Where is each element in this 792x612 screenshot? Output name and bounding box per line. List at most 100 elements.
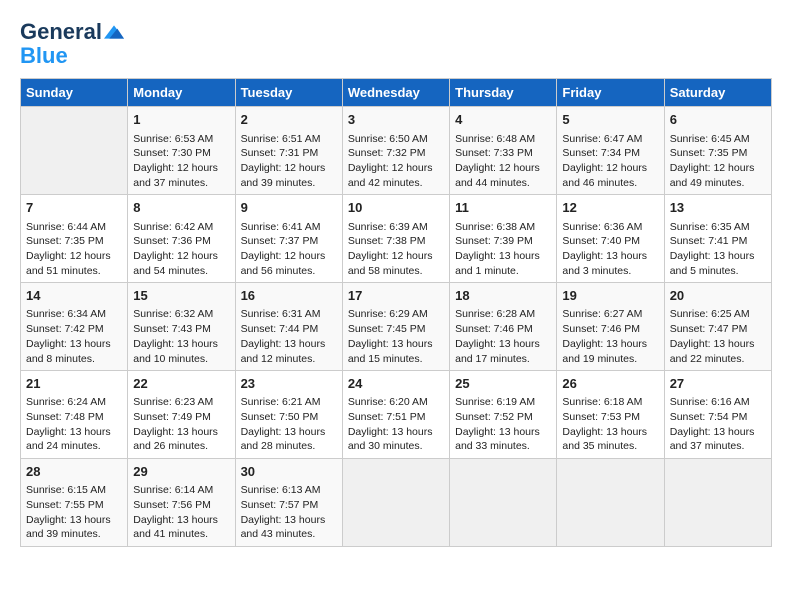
calendar-cell — [21, 107, 128, 195]
day-number: 5 — [562, 111, 658, 129]
calendar-cell: 30 Sunrise: 6:13 AM Sunset: 7:57 PM Dayli… — [235, 459, 342, 547]
day-number: 29 — [133, 463, 229, 481]
day-info: Sunrise: 6:45 AM Sunset: 7:35 PM Dayligh… — [670, 132, 766, 191]
logo-text: General — [20, 20, 102, 44]
day-info: Sunrise: 6:39 AM Sunset: 7:38 PM Dayligh… — [348, 220, 444, 279]
day-number: 2 — [241, 111, 337, 129]
day-number: 20 — [670, 287, 766, 305]
day-number: 27 — [670, 375, 766, 393]
calendar-cell: 25 Sunrise: 6:19 AM Sunset: 7:52 PM Dayli… — [450, 371, 557, 459]
day-info: Sunrise: 6:28 AM Sunset: 7:46 PM Dayligh… — [455, 307, 551, 366]
day-number: 17 — [348, 287, 444, 305]
day-number: 14 — [26, 287, 122, 305]
calendar-week-2: 7Sunrise: 6:44 AM Sunset: 7:35 PM Daylig… — [21, 195, 772, 283]
day-number: 9 — [241, 199, 337, 217]
day-number: 25 — [455, 375, 551, 393]
day-info: Sunrise: 6:44 AM Sunset: 7:35 PM Dayligh… — [26, 220, 122, 279]
col-header-monday: Monday — [128, 79, 235, 107]
day-info: Sunrise: 6:47 AM Sunset: 7:34 PM Dayligh… — [562, 132, 658, 191]
calendar-cell: 15 Sunrise: 6:32 AM Sunset: 7:43 PM Dayli… — [128, 283, 235, 371]
day-number: 10 — [348, 199, 444, 217]
calendar-cell: 12Sunrise: 6:36 AM Sunset: 7:40 PM Dayli… — [557, 195, 664, 283]
day-info: Sunrise: 6:20 AM Sunset: 7:51 PM Dayligh… — [348, 395, 444, 454]
logo-blue-text: Blue — [20, 44, 68, 68]
day-number: 15 — [133, 287, 229, 305]
col-header-wednesday: Wednesday — [342, 79, 449, 107]
calendar-cell: 19Sunrise: 6:27 AM Sunset: 7:46 PM Dayli… — [557, 283, 664, 371]
day-info: Sunrise: 6:53 AM Sunset: 7:30 PM Dayligh… — [133, 132, 229, 191]
day-info: Sunrise: 6:51 AM Sunset: 7:31 PM Dayligh… — [241, 132, 337, 191]
calendar-cell: 5 Sunrise: 6:47 AM Sunset: 7:34 PM Daylig… — [557, 107, 664, 195]
day-number: 24 — [348, 375, 444, 393]
calendar-cell: 8Sunrise: 6:42 AM Sunset: 7:36 PM Daylig… — [128, 195, 235, 283]
day-number: 23 — [241, 375, 337, 393]
calendar-cell: 22 Sunrise: 6:23 AM Sunset: 7:49 PM Dayli… — [128, 371, 235, 459]
day-info: Sunrise: 6:38 AM Sunset: 7:39 PM Dayligh… — [455, 220, 551, 279]
page-header: General Blue — [20, 20, 772, 68]
day-info: Sunrise: 6:15 AM Sunset: 7:55 PM Dayligh… — [26, 483, 122, 542]
col-header-friday: Friday — [557, 79, 664, 107]
calendar-cell: 23 Sunrise: 6:21 AM Sunset: 7:50 PM Dayli… — [235, 371, 342, 459]
day-info: Sunrise: 6:19 AM Sunset: 7:52 PM Dayligh… — [455, 395, 551, 454]
day-number: 1 — [133, 111, 229, 129]
day-info: Sunrise: 6:42 AM Sunset: 7:36 PM Dayligh… — [133, 220, 229, 279]
calendar-cell: 11 Sunrise: 6:38 AM Sunset: 7:39 PM Dayli… — [450, 195, 557, 283]
calendar-cell: 16Sunrise: 6:31 AM Sunset: 7:44 PM Dayli… — [235, 283, 342, 371]
calendar-cell: 13Sunrise: 6:35 AM Sunset: 7:41 PM Dayli… — [664, 195, 771, 283]
day-info: Sunrise: 6:13 AM Sunset: 7:57 PM Dayligh… — [241, 483, 337, 542]
calendar-cell: 29 Sunrise: 6:14 AM Sunset: 7:56 PM Dayli… — [128, 459, 235, 547]
day-info: Sunrise: 6:32 AM Sunset: 7:43 PM Dayligh… — [133, 307, 229, 366]
day-number: 22 — [133, 375, 229, 393]
calendar-cell: 21Sunrise: 6:24 AM Sunset: 7:48 PM Dayli… — [21, 371, 128, 459]
calendar-cell: 20 Sunrise: 6:25 AM Sunset: 7:47 PM Dayli… — [664, 283, 771, 371]
day-info: Sunrise: 6:41 AM Sunset: 7:37 PM Dayligh… — [241, 220, 337, 279]
day-info: Sunrise: 6:48 AM Sunset: 7:33 PM Dayligh… — [455, 132, 551, 191]
calendar-cell: 17 Sunrise: 6:29 AM Sunset: 7:45 PM Dayli… — [342, 283, 449, 371]
day-number: 3 — [348, 111, 444, 129]
day-number: 4 — [455, 111, 551, 129]
day-number: 26 — [562, 375, 658, 393]
day-number: 11 — [455, 199, 551, 217]
day-number: 30 — [241, 463, 337, 481]
calendar-cell: 3 Sunrise: 6:50 AM Sunset: 7:32 PM Daylig… — [342, 107, 449, 195]
day-info: Sunrise: 6:36 AM Sunset: 7:40 PM Dayligh… — [562, 220, 658, 279]
calendar-cell: 9 Sunrise: 6:41 AM Sunset: 7:37 PM Daylig… — [235, 195, 342, 283]
calendar-cell: 26 Sunrise: 6:18 AM Sunset: 7:53 PM Dayli… — [557, 371, 664, 459]
col-header-tuesday: Tuesday — [235, 79, 342, 107]
logo-icon — [104, 22, 124, 42]
calendar-week-5: 28Sunrise: 6:15 AM Sunset: 7:55 PM Dayli… — [21, 459, 772, 547]
calendar-cell: 27 Sunrise: 6:16 AM Sunset: 7:54 PM Dayli… — [664, 371, 771, 459]
calendar-cell — [342, 459, 449, 547]
day-info: Sunrise: 6:25 AM Sunset: 7:47 PM Dayligh… — [670, 307, 766, 366]
day-number: 18 — [455, 287, 551, 305]
day-info: Sunrise: 6:14 AM Sunset: 7:56 PM Dayligh… — [133, 483, 229, 542]
logo: General Blue — [20, 20, 124, 68]
calendar-cell — [664, 459, 771, 547]
col-header-sunday: Sunday — [21, 79, 128, 107]
day-number: 6 — [670, 111, 766, 129]
calendar-table: SundayMondayTuesdayWednesdayThursdayFrid… — [20, 78, 772, 547]
day-info: Sunrise: 6:16 AM Sunset: 7:54 PM Dayligh… — [670, 395, 766, 454]
col-header-saturday: Saturday — [664, 79, 771, 107]
calendar-cell: 14 Sunrise: 6:34 AM Sunset: 7:42 PM Dayli… — [21, 283, 128, 371]
calendar-cell: 4 Sunrise: 6:48 AM Sunset: 7:33 PM Daylig… — [450, 107, 557, 195]
calendar-cell: 7Sunrise: 6:44 AM Sunset: 7:35 PM Daylig… — [21, 195, 128, 283]
calendar-cell — [450, 459, 557, 547]
calendar-cell: 10 Sunrise: 6:39 AM Sunset: 7:38 PM Dayli… — [342, 195, 449, 283]
calendar-cell: 1 Sunrise: 6:53 AM Sunset: 7:30 PM Daylig… — [128, 107, 235, 195]
day-info: Sunrise: 6:23 AM Sunset: 7:49 PM Dayligh… — [133, 395, 229, 454]
day-info: Sunrise: 6:29 AM Sunset: 7:45 PM Dayligh… — [348, 307, 444, 366]
day-number: 19 — [562, 287, 658, 305]
day-info: Sunrise: 6:18 AM Sunset: 7:53 PM Dayligh… — [562, 395, 658, 454]
day-info: Sunrise: 6:34 AM Sunset: 7:42 PM Dayligh… — [26, 307, 122, 366]
calendar-cell: 2 Sunrise: 6:51 AM Sunset: 7:31 PM Daylig… — [235, 107, 342, 195]
calendar-body: 1 Sunrise: 6:53 AM Sunset: 7:30 PM Daylig… — [21, 107, 772, 547]
day-number: 16 — [241, 287, 337, 305]
calendar-week-1: 1 Sunrise: 6:53 AM Sunset: 7:30 PM Daylig… — [21, 107, 772, 195]
day-info: Sunrise: 6:21 AM Sunset: 7:50 PM Dayligh… — [241, 395, 337, 454]
calendar-cell: 18 Sunrise: 6:28 AM Sunset: 7:46 PM Dayli… — [450, 283, 557, 371]
day-info: Sunrise: 6:50 AM Sunset: 7:32 PM Dayligh… — [348, 132, 444, 191]
calendar-cell: 28Sunrise: 6:15 AM Sunset: 7:55 PM Dayli… — [21, 459, 128, 547]
day-number: 13 — [670, 199, 766, 217]
calendar-cell: 24 Sunrise: 6:20 AM Sunset: 7:51 PM Dayli… — [342, 371, 449, 459]
